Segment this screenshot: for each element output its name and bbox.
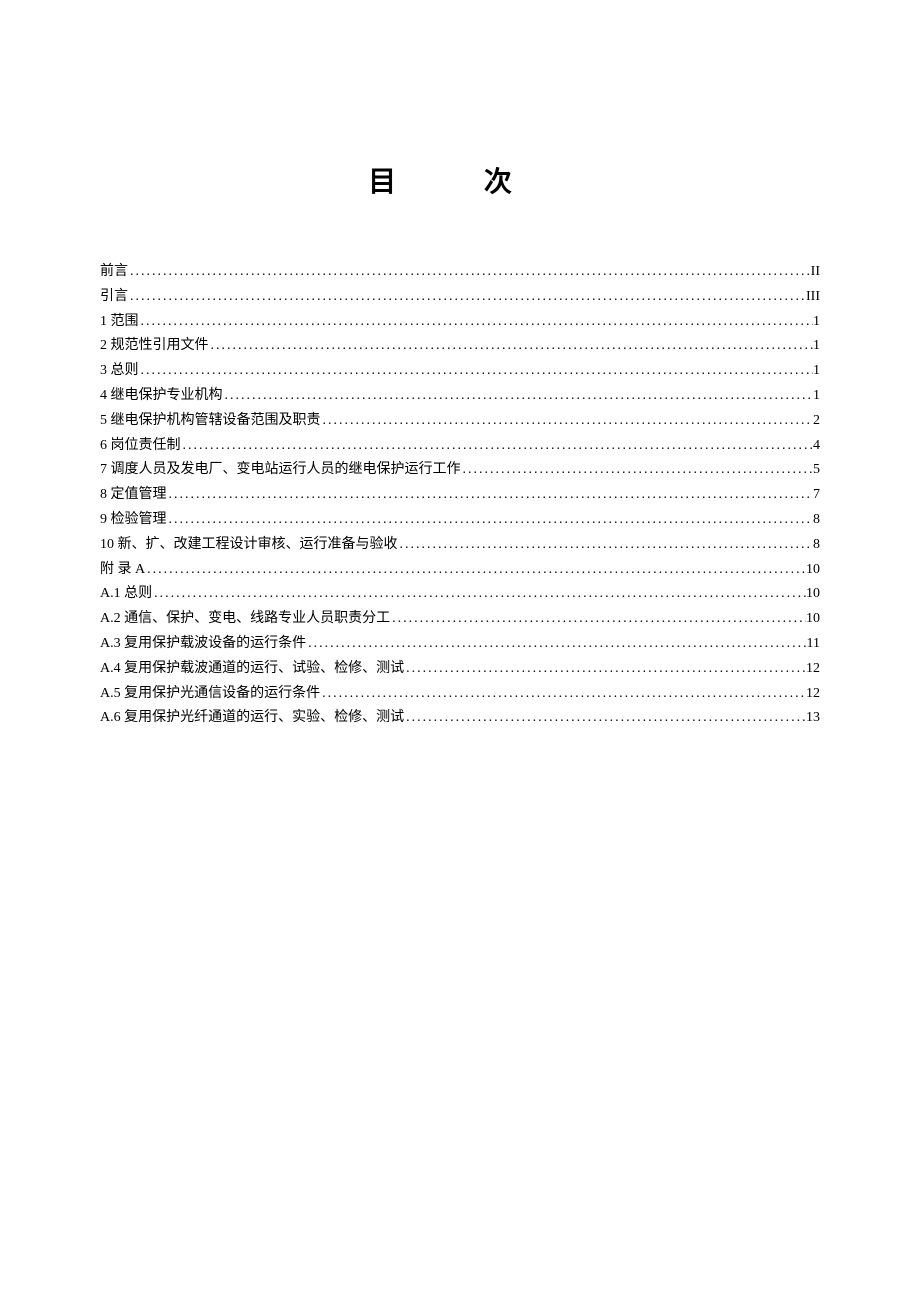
toc-entry-page: 2 — [813, 409, 820, 433]
toc-entry-page: 12 — [806, 682, 820, 706]
toc-leader-dots — [139, 359, 814, 383]
toc-entry-label: A.2 通信、保护、变电、线路专业人员职责分工 — [100, 607, 390, 631]
toc-leader-dots — [223, 384, 814, 408]
toc-leader-dots — [404, 657, 806, 681]
toc-entry: A.3 复用保护载波设备的运行条件 11 — [100, 632, 820, 656]
toc-entry-label: 9 检验管理 — [100, 508, 167, 532]
toc-entry-label: 3 总则 — [100, 359, 139, 383]
toc-entry-page: 5 — [813, 458, 820, 482]
toc-entry-label: 1 范围 — [100, 310, 139, 334]
toc-entry-label: 10 新、扩、改建工程设计审核、运行准备与验收 — [100, 533, 398, 557]
toc-leader-dots — [128, 285, 806, 309]
toc-entry-page: 8 — [813, 533, 820, 557]
toc-leader-dots — [321, 409, 814, 433]
toc-entry-label: 引言 — [100, 285, 128, 309]
toc-leader-dots — [404, 706, 806, 730]
toc-entry: A.2 通信、保护、变电、线路专业人员职责分工 10 — [100, 607, 820, 631]
toc-leader-dots — [128, 260, 811, 284]
toc-entry: 6 岗位责任制 4 — [100, 434, 820, 458]
toc-entry-page: 4 — [813, 434, 820, 458]
toc-leader-dots — [152, 582, 806, 606]
toc-entry: 4 继电保护专业机构 1 — [100, 384, 820, 408]
toc-entry: 5 继电保护机构管辖设备范围及职责 2 — [100, 409, 820, 433]
toc-entry-label: A.6 复用保护光纤通道的运行、实验、检修、测试 — [100, 706, 404, 730]
toc-leader-dots — [320, 682, 806, 706]
toc-entry: 7 调度人员及发电厂、变电站运行人员的继电保护运行工作 5 — [100, 458, 820, 482]
toc-entry: 2 规范性引用文件 1 — [100, 334, 820, 358]
toc-entry-page: 1 — [813, 334, 820, 358]
toc-entry-page: 1 — [813, 359, 820, 383]
toc-entry-page: 12 — [806, 657, 820, 681]
toc-entry: 前言 II — [100, 260, 820, 284]
toc-entry: 1 范围 1 — [100, 310, 820, 334]
toc-entry-page: 13 — [806, 706, 820, 730]
toc-entry-label: 8 定值管理 — [100, 483, 167, 507]
toc-leader-dots — [167, 483, 814, 507]
toc-leader-dots — [390, 607, 806, 631]
toc-entry-label: A.5 复用保护光通信设备的运行条件 — [100, 682, 320, 706]
toc-entry: 8 定值管理 7 — [100, 483, 820, 507]
toc-entry: A.6 复用保护光纤通道的运行、实验、检修、测试 13 — [100, 706, 820, 730]
toc-entry-page: 10 — [806, 558, 820, 582]
toc-entry: 引言 III — [100, 285, 820, 309]
toc-entry-page: 1 — [813, 310, 820, 334]
document-page: 目 次 前言II引言III1 范围12 规范性引用文件13 总则14 继电保护专… — [0, 0, 920, 730]
toc-entry-label: 2 规范性引用文件 — [100, 334, 209, 358]
toc-entry-page: 11 — [807, 632, 820, 656]
toc-leader-dots — [209, 334, 814, 358]
toc-entry-page: 10 — [806, 607, 820, 631]
toc-entry-label: A.1 总则 — [100, 582, 152, 606]
toc-entry: A.5 复用保护光通信设备的运行条件 12 — [100, 682, 820, 706]
toc-entry-page: 8 — [813, 508, 820, 532]
toc-entry-label: 4 继电保护专业机构 — [100, 384, 223, 408]
toc-entry: 10 新、扩、改建工程设计审核、运行准备与验收 8 — [100, 533, 820, 557]
toc-leader-dots — [461, 458, 814, 482]
toc-entry-label: 前言 — [100, 260, 128, 284]
toc-leader-dots — [398, 533, 814, 557]
toc-leader-dots — [167, 508, 814, 532]
toc-leader-dots — [145, 558, 806, 582]
toc-entry: 附 录 A 10 — [100, 558, 820, 582]
toc-entry-page: 10 — [806, 582, 820, 606]
table-of-contents: 前言 II 引言 III 1 范围 1 2 规范性引用文件 1 3 总则 1 4 继电保护专业机构 1… — [100, 260, 820, 730]
toc-leader-dots — [139, 310, 814, 334]
toc-leader-dots — [181, 434, 814, 458]
toc-entry-label: 6 岗位责任制 — [100, 434, 181, 458]
toc-entry-label: 7 调度人员及发电厂、变电站运行人员的继电保护运行工作 — [100, 458, 461, 482]
toc-entry-page: 1 — [813, 384, 820, 408]
toc-entry-label: 附 录 A — [100, 558, 145, 582]
toc-entry: 3 总则 1 — [100, 359, 820, 383]
toc-entry-label: 5 继电保护机构管辖设备范围及职责 — [100, 409, 321, 433]
toc-entry-page: II — [811, 260, 820, 284]
toc-title: 目 次 — [100, 160, 820, 200]
toc-entry: A.4 复用保护载波通道的运行、试验、检修、测试 12 — [100, 657, 820, 681]
toc-entry-label: A.4 复用保护载波通道的运行、试验、检修、测试 — [100, 657, 404, 681]
toc-leader-dots — [306, 632, 806, 656]
toc-entry-page: III — [806, 285, 820, 309]
toc-entry-label: A.3 复用保护载波设备的运行条件 — [100, 632, 306, 656]
toc-entry: 9 检验管理 8 — [100, 508, 820, 532]
toc-entry: A.1 总则 10 — [100, 582, 820, 606]
toc-entry-page: 7 — [813, 483, 820, 507]
